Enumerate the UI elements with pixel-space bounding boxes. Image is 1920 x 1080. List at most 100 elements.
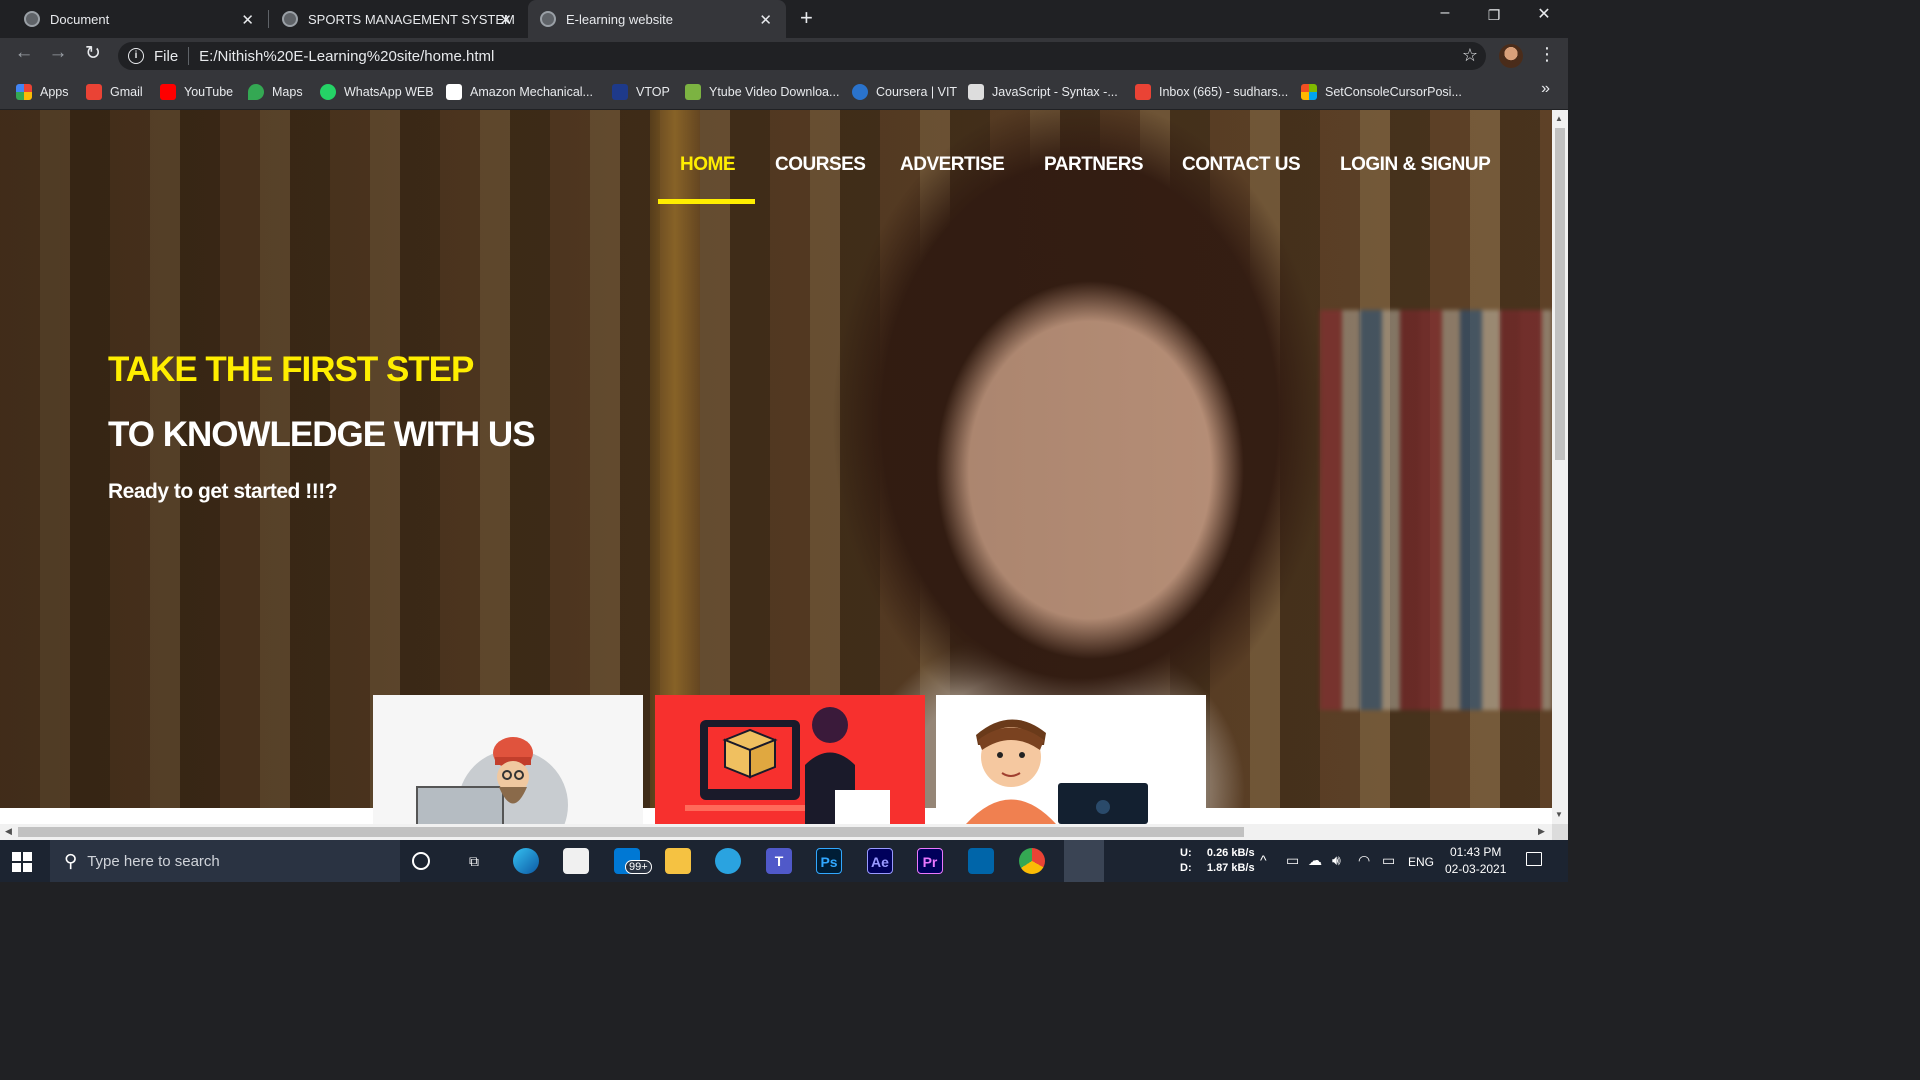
teams-icon[interactable]: T bbox=[766, 848, 792, 874]
bookmark-label: JavaScript - Syntax -... bbox=[992, 85, 1118, 99]
back-icon[interactable]: ← bbox=[10, 42, 38, 64]
address-separator bbox=[188, 47, 190, 65]
notifications-icon[interactable] bbox=[1526, 852, 1542, 866]
bookmark-amazon[interactable]: Amazon Mechanical... bbox=[446, 82, 593, 102]
tab-elearning[interactable]: E-learning website ✕ bbox=[528, 0, 786, 38]
volume-icon[interactable]: 🔊︎ bbox=[1332, 852, 1341, 869]
horizontal-scrollbar[interactable]: ◀ ▶ bbox=[0, 824, 1552, 840]
search-icon: ⚲ bbox=[64, 850, 78, 871]
network-speed: U: 0.26 kB/s D: 1.87 kB/s bbox=[1180, 846, 1255, 876]
windows-start-icon[interactable] bbox=[12, 852, 32, 872]
amazon-icon bbox=[446, 84, 462, 100]
minimize-icon[interactable]: – bbox=[1430, 4, 1460, 22]
hero-heading-line2: TO KNOWLEDGE WITH US bbox=[108, 415, 536, 454]
nav-login-signup[interactable]: LOGIN & SIGNUP bbox=[1340, 154, 1491, 176]
menu-kebab-icon[interactable]: ⋮ bbox=[1538, 44, 1556, 65]
scroll-left-icon[interactable]: ◀ bbox=[5, 826, 12, 837]
nav-active-underline bbox=[658, 199, 755, 204]
tray-chevron-icon[interactable]: ^ bbox=[1260, 852, 1267, 868]
scroll-up-icon[interactable]: ▲ bbox=[1555, 114, 1563, 123]
bookmark-gmail[interactable]: Gmail bbox=[86, 82, 143, 102]
address-bar[interactable]: i File E:/Nithish%20E-Learning%20site/ho… bbox=[118, 42, 1486, 70]
bookmark-inbox[interactable]: Inbox (665) - sudhars... bbox=[1135, 82, 1288, 102]
bookmark-label: Inbox (665) - sudhars... bbox=[1159, 85, 1289, 99]
horizontal-scroll-thumb[interactable] bbox=[18, 827, 1244, 837]
close-icon[interactable]: ✕ bbox=[499, 11, 512, 29]
tab-label: Document bbox=[50, 11, 110, 27]
vertical-scroll-thumb[interactable] bbox=[1555, 128, 1565, 460]
explorer-icon[interactable] bbox=[665, 848, 691, 874]
restore-icon[interactable]: ❐ bbox=[1479, 7, 1509, 24]
chrome-active-icon[interactable] bbox=[1064, 840, 1104, 882]
download-label: D: bbox=[1180, 862, 1192, 874]
bookmark-apps[interactable]: Apps bbox=[16, 82, 69, 102]
close-icon[interactable]: ✕ bbox=[241, 11, 254, 29]
nav-advertise[interactable]: ADVERTISE bbox=[900, 154, 1005, 176]
bookmark-label: SetConsoleCursorPosi... bbox=[1325, 85, 1462, 99]
bookmark-ytube-downloader[interactable]: Ytube Video Downloa... bbox=[685, 82, 839, 102]
bookmark-vtop[interactable]: VTOP bbox=[612, 82, 670, 102]
edge-icon[interactable] bbox=[513, 848, 539, 874]
reload-icon[interactable]: ↻ bbox=[79, 42, 107, 65]
task-view-icon[interactable]: ⧉ bbox=[461, 848, 487, 874]
bookmark-label: VTOP bbox=[636, 85, 670, 99]
browser-toolbar: ← → ↻ i File E:/Nithish%20E-Learning%20s… bbox=[0, 38, 1568, 74]
nav-home[interactable]: HOME bbox=[680, 154, 736, 176]
aftereffects-icon[interactable]: Ae bbox=[867, 848, 893, 874]
scroll-right-icon[interactable]: ▶ bbox=[1538, 826, 1545, 837]
language-indicator[interactable]: ENG bbox=[1408, 855, 1434, 869]
close-icon[interactable]: ✕ bbox=[759, 11, 772, 29]
upload-speed: 0.26 kB/s bbox=[1206, 847, 1255, 859]
window-close-icon[interactable]: ✕ bbox=[1529, 4, 1559, 24]
premiere-icon[interactable]: Pr bbox=[917, 848, 943, 874]
system-clock[interactable]: 01:43 PM 02-03-2021 bbox=[1445, 844, 1506, 878]
bookmark-label: Maps bbox=[272, 85, 303, 99]
coursera-icon bbox=[852, 84, 868, 100]
bookmark-whatsapp[interactable]: WhatsApp WEB bbox=[320, 82, 434, 102]
nav-courses[interactable]: COURSES bbox=[775, 154, 866, 176]
new-tab-button[interactable]: + bbox=[800, 5, 813, 31]
bookmark-star-icon[interactable]: ☆ bbox=[1462, 45, 1478, 66]
tab-sports-management[interactable]: SPORTS MANAGEMENT SYSTEM ✕ bbox=[268, 0, 526, 38]
battery-icon[interactable]: ▭ bbox=[1382, 852, 1395, 869]
tab-document[interactable]: Document ✕ bbox=[0, 0, 268, 38]
feature-card-1[interactable] bbox=[373, 695, 643, 824]
meet-now-icon[interactable]: ▭ bbox=[1286, 852, 1299, 869]
scroll-down-icon[interactable]: ▼ bbox=[1555, 810, 1563, 819]
profile-avatar[interactable] bbox=[1499, 44, 1523, 68]
clock-time: 01:43 PM bbox=[1450, 845, 1502, 859]
bookmarks-overflow-icon[interactable]: » bbox=[1541, 80, 1550, 98]
photoshop-icon[interactable]: Ps bbox=[816, 848, 842, 874]
bookmark-maps[interactable]: Maps bbox=[248, 82, 303, 102]
feature-card-3[interactable] bbox=[936, 695, 1206, 824]
scheme-label: File bbox=[154, 47, 179, 65]
vertical-scrollbar[interactable]: ▲ ▼ bbox=[1552, 110, 1568, 824]
gmail-icon bbox=[86, 84, 102, 100]
bookmark-label: YouTube bbox=[184, 85, 234, 99]
nav-partners[interactable]: PARTNERS bbox=[1044, 154, 1144, 176]
vscode-icon[interactable] bbox=[968, 848, 994, 874]
store-icon[interactable] bbox=[563, 848, 589, 874]
bookmark-javascript[interactable]: JavaScript - Syntax -... bbox=[968, 82, 1118, 102]
onedrive-icon[interactable]: ☁ bbox=[1308, 852, 1322, 869]
bookmark-coursera[interactable]: Coursera | VIT bbox=[852, 82, 957, 102]
cortana-icon[interactable] bbox=[412, 852, 430, 870]
chrome-icon[interactable] bbox=[1019, 848, 1045, 874]
info-icon[interactable]: i bbox=[128, 48, 144, 64]
taskbar-search-box[interactable]: ⚲ Type here to search bbox=[50, 840, 400, 882]
bookmark-setconsole[interactable]: SetConsoleCursorPosi... bbox=[1301, 82, 1462, 102]
online-learning-illustration bbox=[685, 707, 890, 824]
telegram-icon[interactable] bbox=[715, 848, 741, 874]
wifi-icon[interactable]: ◠ bbox=[1358, 852, 1370, 869]
feature-card-2[interactable] bbox=[655, 695, 925, 824]
bookmarks-bar: Apps Gmail YouTube Maps WhatsApp WEB Ama… bbox=[0, 74, 1568, 110]
hero-tagline: Ready to get started !!!? bbox=[108, 480, 338, 503]
bookmark-label: Ytube Video Downloa... bbox=[709, 85, 840, 99]
bookmark-youtube[interactable]: YouTube bbox=[160, 82, 233, 102]
forward-icon[interactable]: → bbox=[44, 42, 72, 64]
globe-icon bbox=[24, 11, 40, 27]
url-text[interactable]: E:/Nithish%20E-Learning%20site/home.html bbox=[199, 48, 494, 65]
bookmark-label: Apps bbox=[40, 85, 69, 99]
youtube-icon bbox=[160, 84, 176, 100]
nav-contact-us[interactable]: CONTACT US bbox=[1182, 154, 1301, 176]
